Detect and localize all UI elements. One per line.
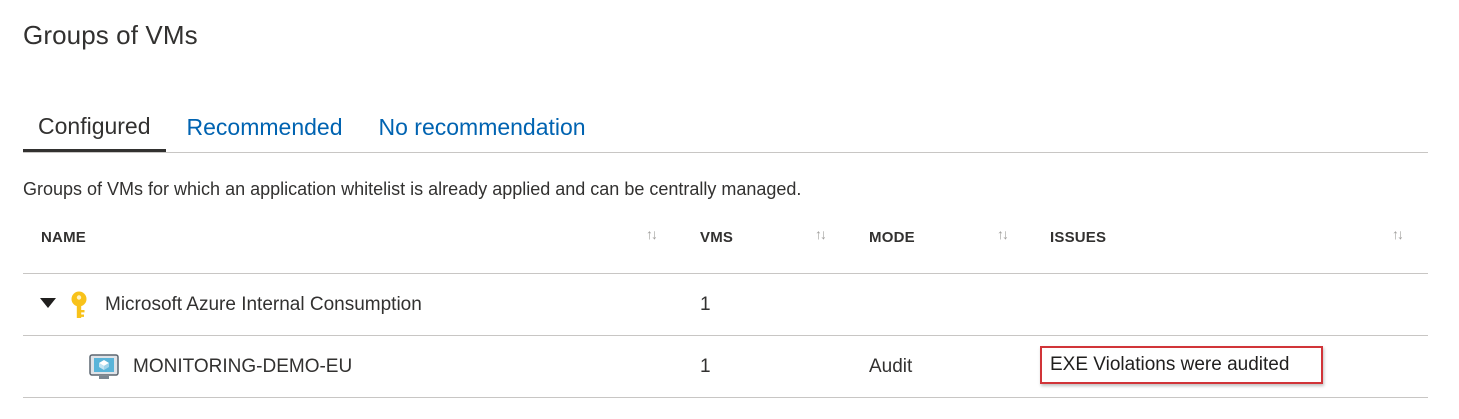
- tab-configured[interactable]: Configured: [23, 106, 166, 152]
- sort-icon[interactable]: ↑↓: [997, 226, 1009, 242]
- page-description: Groups of VMs for which an application w…: [23, 179, 802, 199]
- table-row-vm[interactable]: MONITORING-DEMO-EU 1 Audit EXE Violation…: [23, 336, 1428, 398]
- group-name[interactable]: Microsoft Azure Internal Consumption: [105, 294, 422, 316]
- expand-caret-icon[interactable]: [40, 298, 56, 308]
- column-header-name[interactable]: NAME: [41, 229, 86, 246]
- column-header-issues[interactable]: ISSUES: [1050, 229, 1106, 246]
- table-header: NAME ↑↓ VMS ↑↓ MODE ↑↓ ISSUES ↑↓: [23, 212, 1428, 274]
- tab-no-recommendation[interactable]: No recommendation: [362, 106, 605, 150]
- vm-count: 1: [700, 355, 711, 377]
- column-header-vms[interactable]: VMS: [700, 229, 733, 246]
- issue-text: EXE Violations were audited: [1050, 354, 1290, 375]
- column-header-mode[interactable]: MODE: [869, 229, 915, 246]
- page-title: Groups of VMs: [23, 20, 198, 50]
- key-icon: [71, 291, 87, 318]
- issue-highlight: EXE Violations were audited: [1040, 346, 1324, 384]
- vm-name[interactable]: MONITORING-DEMO-EU: [133, 356, 352, 378]
- group-vm-count: 1: [700, 293, 711, 315]
- table-row-group[interactable]: Microsoft Azure Internal Consumption 1: [23, 274, 1428, 336]
- virtual-machine-icon: [89, 354, 119, 379]
- sort-icon[interactable]: ↑↓: [815, 226, 827, 242]
- sort-icon[interactable]: ↑↓: [1392, 226, 1404, 242]
- tab-bar: Configured Recommended No recommendation: [23, 106, 1428, 153]
- vm-mode: Audit: [869, 355, 913, 377]
- tab-recommended[interactable]: Recommended: [166, 106, 362, 150]
- sort-icon[interactable]: ↑↓: [646, 226, 658, 242]
- vm-groups-table: NAME ↑↓ VMS ↑↓ MODE ↑↓ ISSUES ↑↓ Microso…: [23, 212, 1428, 398]
